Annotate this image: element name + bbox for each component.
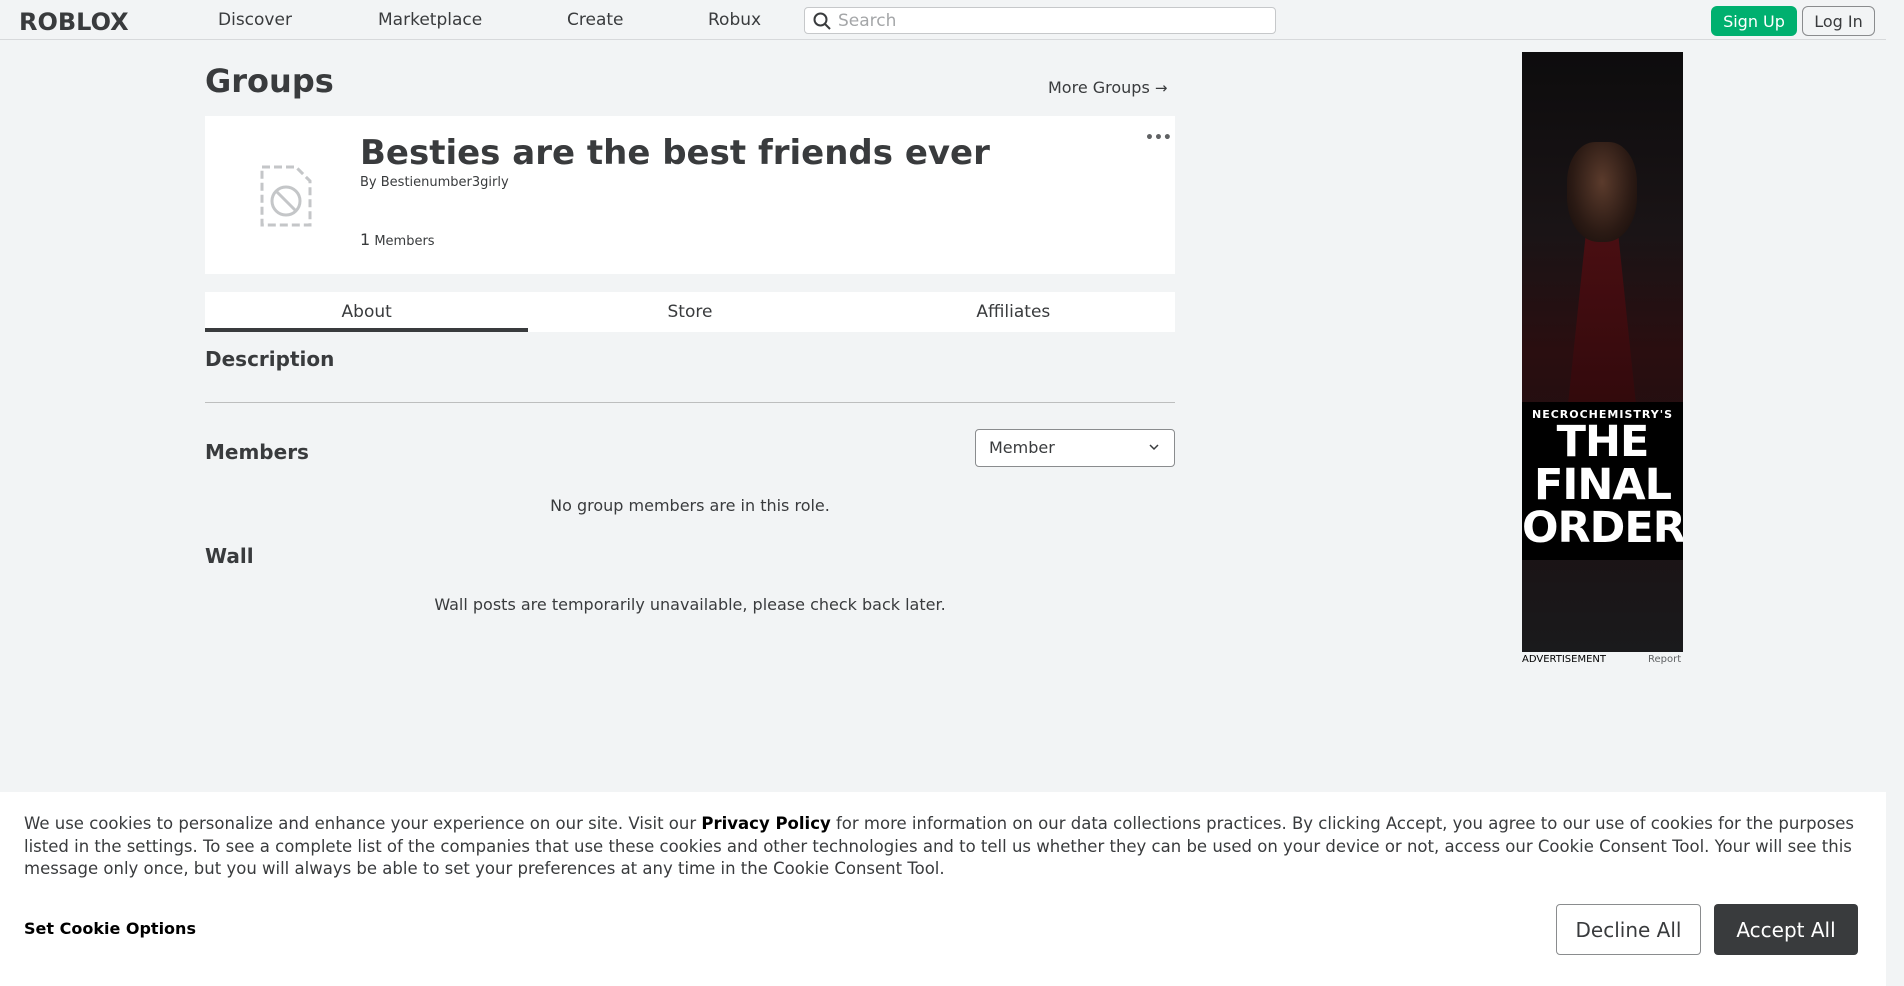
tab-store[interactable]: Store xyxy=(528,292,851,332)
decline-all-button[interactable]: Decline All xyxy=(1556,904,1701,955)
wall-unavailable-message: Wall posts are temporarily unavailable, … xyxy=(434,595,946,614)
cookie-consent-banner: We use cookies to personalize and enhanc… xyxy=(0,792,1886,986)
members-heading: Members xyxy=(205,440,309,464)
tab-affiliates[interactable]: Affiliates xyxy=(852,292,1175,332)
group-owner-link[interactable]: Bestienumber3girly xyxy=(381,175,509,190)
member-count-number: 1 xyxy=(360,230,371,249)
log-in-button[interactable]: Log In xyxy=(1802,6,1875,36)
tab-about[interactable]: About xyxy=(205,292,529,332)
nav-robux[interactable]: Robux xyxy=(708,10,761,30)
more-groups-link[interactable]: More Groups → xyxy=(1048,78,1167,97)
description-heading: Description xyxy=(205,347,335,371)
top-navigation-bar: ROBLOX Discover Marketplace Create Robux… xyxy=(0,0,1886,40)
cookie-text-before: We use cookies to personalize and enhanc… xyxy=(24,814,702,833)
group-tabs: About Store Affiliates xyxy=(205,292,1175,332)
wall-heading: Wall xyxy=(205,544,254,568)
unavailable-image-icon xyxy=(260,165,312,227)
advertisement-label: ADVERTISEMENT xyxy=(1522,654,1607,665)
member-count-label: Members xyxy=(374,234,435,249)
chevron-down-icon xyxy=(1149,444,1159,451)
role-dropdown-value: Member xyxy=(989,438,1055,457)
advertisement-banner[interactable]: NECROCHEMISTRY'S THE FINAL ORDER xyxy=(1522,52,1683,652)
cookie-message: We use cookies to personalize and enhanc… xyxy=(24,813,1864,881)
group-owner-line: By Bestienumber3girly xyxy=(360,175,509,190)
more-options-icon[interactable]: ••• xyxy=(1145,130,1172,146)
page-title: Groups xyxy=(205,62,334,100)
nav-marketplace[interactable]: Marketplace xyxy=(378,10,482,30)
ad-title-line-1: THE xyxy=(1556,417,1650,467)
ad-title-line-3: ORDER xyxy=(1522,503,1683,553)
page-scrollbar[interactable] xyxy=(1886,0,1904,986)
nav-create[interactable]: Create xyxy=(567,10,624,30)
nav-discover[interactable]: Discover xyxy=(218,10,292,30)
arrow-right-icon: → xyxy=(1154,79,1168,97)
more-groups-label: More Groups xyxy=(1048,78,1150,97)
search-input[interactable] xyxy=(838,10,1258,31)
section-divider xyxy=(205,402,1175,403)
roblox-logo[interactable]: ROBLOX xyxy=(19,8,129,36)
sign-up-button[interactable]: Sign Up xyxy=(1711,6,1797,36)
group-header-card: Besties are the best friends ever By Bes… xyxy=(205,116,1175,274)
ad-title-line-2: FINAL xyxy=(1533,460,1672,510)
group-member-count: 1 Members xyxy=(360,230,435,249)
members-empty-message: No group members are in this role. xyxy=(550,496,830,515)
accept-all-button[interactable]: Accept All xyxy=(1714,904,1858,955)
ad-figure-face xyxy=(1567,142,1637,242)
ad-title-block: NECROCHEMISTRY'S THE FINAL ORDER xyxy=(1522,402,1683,560)
privacy-policy-link[interactable]: Privacy Policy xyxy=(701,814,830,833)
by-label: By xyxy=(360,175,377,190)
search-icon xyxy=(813,12,831,30)
set-cookie-options-link[interactable]: Set Cookie Options xyxy=(24,919,196,938)
report-ad-link[interactable]: Report xyxy=(1648,654,1681,665)
role-dropdown[interactable]: Member xyxy=(975,429,1175,467)
search-box xyxy=(804,7,1276,34)
group-name: Besties are the best friends ever xyxy=(360,133,990,173)
